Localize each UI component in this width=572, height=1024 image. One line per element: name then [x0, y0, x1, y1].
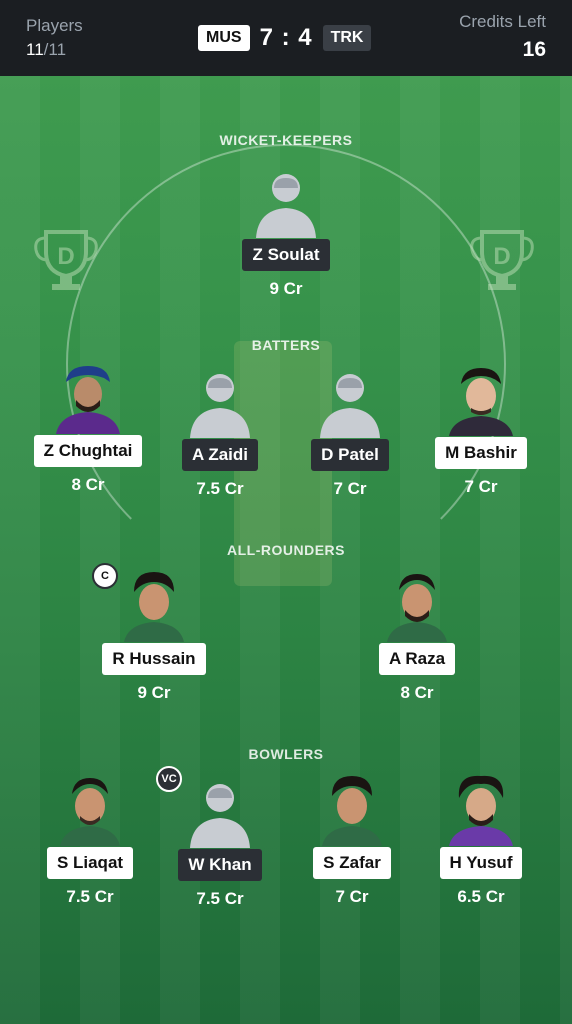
player-credits: 8 Cr: [400, 683, 434, 702]
trophy-icon: D: [34, 230, 98, 290]
player-card[interactable]: A Zaidi 7.5 Cr: [160, 366, 280, 499]
section-bowlers: BOWLERS: [248, 746, 324, 762]
player-credits: 9 Cr: [269, 279, 303, 298]
player-credits: 7.5 Cr: [66, 887, 114, 906]
placeholder-avatar-icon: [190, 374, 250, 438]
svg-text:D: D: [57, 243, 74, 270]
player-credits: 7 Cr: [335, 887, 369, 906]
team-split-score: 7 : 4: [259, 24, 313, 51]
player-credits: 7.5 Cr: [196, 889, 244, 908]
player-credits: 9 Cr: [137, 683, 171, 702]
player-card[interactable]: A Raza 8 Cr: [357, 570, 477, 703]
player-photo-icon: [449, 775, 513, 846]
player-card[interactable]: R Hussain 9 Cr: [94, 570, 214, 703]
player-name: A Raza: [378, 643, 456, 675]
player-card[interactable]: H Yusuf 6.5 Cr: [421, 774, 541, 907]
player-credits: 7 Cr: [464, 477, 498, 496]
player-card[interactable]: S Liaqat 7.5 Cr: [30, 774, 150, 907]
player-credits: 6.5 Cr: [457, 887, 505, 906]
player-name: Z Soulat: [242, 239, 330, 271]
players-label: Players: [26, 16, 83, 35]
credits-value: 16: [522, 38, 546, 61]
player-credits: 8 Cr: [71, 475, 105, 494]
player-photo-icon: [322, 776, 382, 846]
player-name: D Patel: [311, 439, 389, 471]
player-card[interactable]: M Bashir 7 Cr: [421, 364, 541, 497]
player-card[interactable]: D Patel 7 Cr: [290, 366, 410, 499]
player-name: S Liaqat: [46, 847, 134, 879]
player-card[interactable]: Z Soulat 9 Cr: [226, 166, 346, 299]
credits-left: Credits Left 16: [459, 12, 546, 62]
player-credits: 7.5 Cr: [196, 479, 244, 498]
players-total: /11: [43, 40, 67, 59]
players-count: Players 11/11: [26, 16, 83, 60]
team-a-tag: MUS: [198, 25, 250, 51]
cricket-field: D D WICKET-KEEPERS BATTERS ALL-ROUNDERS …: [0, 76, 572, 1024]
placeholder-avatar-icon: [256, 174, 316, 238]
credits-label: Credits Left: [459, 12, 546, 31]
player-photo-icon: [56, 366, 120, 434]
player-name: Z Chughtai: [33, 435, 143, 467]
section-all-rounders: ALL-ROUNDERS: [227, 542, 345, 558]
team-header: Players 11/11 MUS 7 : 4 TRK Credits Left…: [0, 0, 572, 76]
player-name: S Zafar: [313, 847, 391, 879]
player-photo-icon: [60, 778, 120, 846]
players-selected: 11: [26, 40, 44, 59]
player-card[interactable]: W Khan 7.5 Cr: [160, 776, 280, 909]
player-name: M Bashir: [435, 437, 527, 469]
placeholder-avatar-icon: [320, 374, 380, 438]
player-photo-icon: [124, 572, 184, 642]
team-split: MUS 7 : 4 TRK: [198, 24, 372, 52]
team-b-tag: TRK: [322, 25, 372, 51]
placeholder-avatar-icon: [190, 784, 250, 848]
player-photo-icon: [449, 368, 513, 436]
section-wicket-keepers: WICKET-KEEPERS: [219, 132, 353, 148]
player-credits: 7 Cr: [333, 479, 367, 498]
section-batters: BATTERS: [251, 337, 321, 353]
player-name: A Zaidi: [181, 439, 259, 471]
player-name: H Yusuf: [439, 847, 523, 879]
player-name: R Hussain: [102, 643, 206, 675]
svg-text:D: D: [493, 243, 510, 270]
player-card[interactable]: Z Chughtai 8 Cr: [28, 362, 148, 495]
player-photo-icon: [387, 574, 447, 642]
trophy-icon: D: [470, 230, 534, 290]
player-card[interactable]: S Zafar 7 Cr: [292, 774, 412, 907]
player-name: W Khan: [178, 849, 262, 881]
